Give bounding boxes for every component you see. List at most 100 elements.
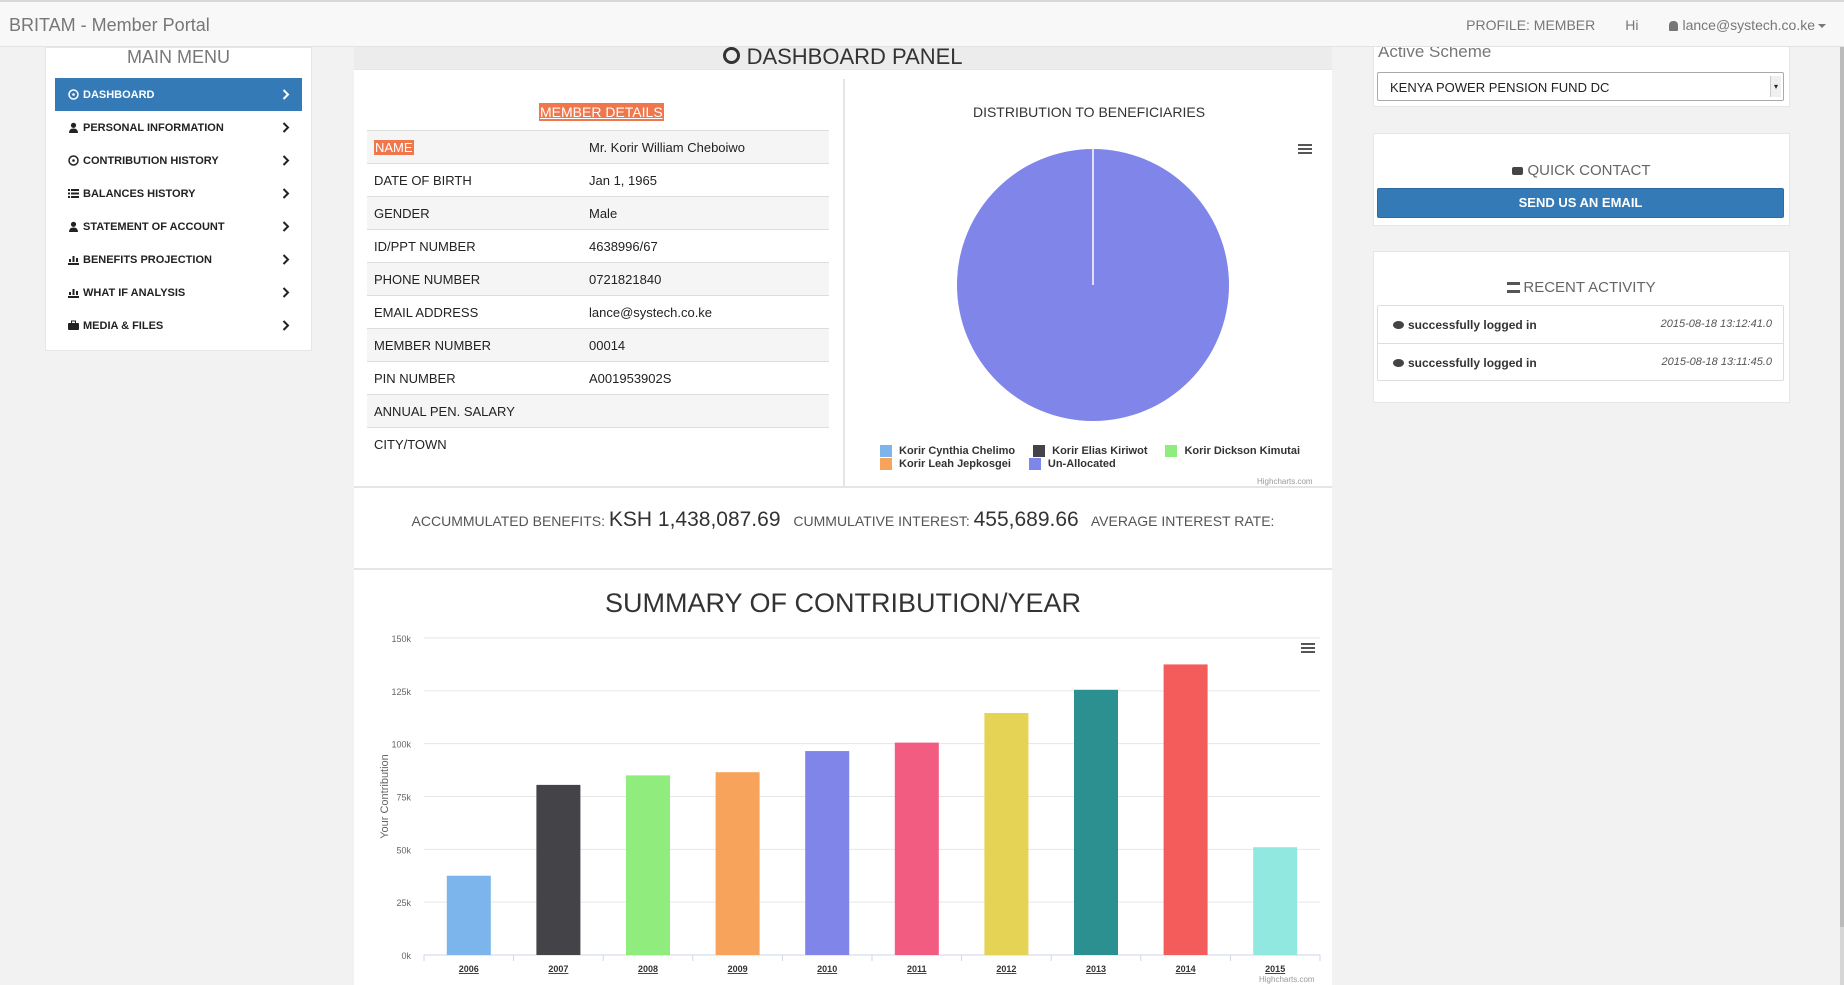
page-scrollbar[interactable]	[1840, 47, 1844, 985]
briefcase-icon	[68, 320, 79, 331]
bar[interactable]	[1074, 689, 1118, 955]
sidebar-item-statement-of-account[interactable]: STATEMENT OF ACCOUNT	[55, 210, 302, 243]
detail-value: Male	[589, 205, 618, 221]
comment-icon	[1393, 359, 1404, 367]
x-tick-label[interactable]: 2010	[817, 964, 837, 974]
detail-key: ID/PPT NUMBER	[374, 238, 476, 254]
bar[interactable]	[1253, 847, 1298, 955]
sidebar-item-dashboard[interactable]: DASHBOARD	[55, 78, 302, 111]
member-details-table: NAME Mr. Korir William Cheboiwo DATE OF BI…	[367, 130, 829, 461]
activity-item[interactable]: successfully logged in 2015-08-18 13:11:4…	[1378, 343, 1783, 380]
sidebar-item-what-if-analysis[interactable]: WHAT IF ANALYSIS	[55, 276, 302, 309]
pie-chart-title: DISTRIBUTION TO BENEFICIARIES	[972, 104, 1206, 120]
bar[interactable]	[1163, 664, 1208, 955]
accumulated-value: KSH 1,438,087.69	[608, 508, 781, 531]
x-tick-label[interactable]: 2007	[548, 964, 568, 974]
legend-label: Un-Allocated	[1047, 457, 1116, 470]
activity-item[interactable]: successfully logged in 2015-08-18 13:12:4…	[1378, 306, 1783, 343]
legend-item[interactable]: Korir Elias Kiriwot	[1033, 444, 1147, 457]
chevron-right-icon	[282, 221, 290, 235]
brand-title[interactable]: BRITAM - Member Portal	[9, 15, 210, 36]
dropdown-arrow-icon[interactable]: ▾	[1770, 76, 1781, 97]
sidebar-item-balances-history[interactable]: BALANCES HISTORY	[55, 177, 302, 210]
main-menu: DASHBOARD PERSONAL INFORMATION CONTRIBUTIO…	[55, 78, 302, 342]
bar[interactable]	[536, 784, 581, 955]
chevron-right-icon	[282, 155, 290, 169]
comment-icon	[1512, 167, 1524, 175]
x-tick-label[interactable]: 2011	[907, 964, 927, 974]
legend-label: Korir Elias Kiriwot	[1052, 444, 1148, 457]
y-tick-label: 25k	[396, 898, 411, 908]
quick-contact-text: QUICK CONTACT	[1527, 162, 1651, 179]
sidebar-item-benefits-projection[interactable]: BENEFITS PROJECTION	[55, 243, 302, 276]
x-tick-label[interactable]: 2013	[1086, 964, 1106, 974]
legend-swatch	[1165, 444, 1178, 457]
sidebar-item-label: CONTRIBUTION HISTORY	[83, 154, 219, 167]
bar-credits[interactable]: Highcharts.com	[1259, 975, 1315, 984]
scheme-select[interactable]: KENYA POWER PENSION FUND DC ▾	[1377, 72, 1784, 101]
member-details-title: MEMBER DETAILS	[539, 103, 664, 121]
detail-value: 0721821840	[589, 271, 662, 287]
chevron-right-icon	[282, 254, 290, 268]
detail-key: DATE OF BIRTH	[374, 172, 472, 188]
sidebar-item-personal-information[interactable]: PERSONAL INFORMATION	[55, 111, 302, 144]
detail-row: DATE OF BIRTH Jan 1, 1965	[367, 163, 829, 197]
detail-row: GENDER Male	[367, 196, 829, 230]
bar[interactable]	[805, 751, 850, 955]
profile-link[interactable]: PROFILE: MEMBER	[1466, 17, 1595, 33]
pie-chart-menu-icon[interactable]	[1298, 144, 1312, 154]
sidebar-item-label: DASHBOARD	[83, 88, 155, 101]
legend-item[interactable]: Un-Allocated	[1028, 457, 1116, 470]
x-tick-label[interactable]: 2014	[1176, 964, 1196, 974]
x-tick-label[interactable]: 2009	[728, 964, 748, 974]
legend-item[interactable]: Korir Leah Jepkosgei	[880, 457, 1011, 470]
column-divider	[843, 79, 845, 486]
legend-item[interactable]: Korir Dickson Kimutai	[1165, 444, 1300, 457]
legend-swatch	[1033, 444, 1046, 457]
greeting-text: Hi	[1625, 17, 1639, 33]
navbar-right: PROFILE: MEMBER Hi lance@systech.co.ke	[1436, 17, 1826, 33]
sidebar-item-label: MEDIA & FILES	[83, 319, 164, 332]
bar[interactable]	[446, 875, 491, 955]
bar[interactable]	[626, 775, 670, 955]
scrollbar-thumb[interactable]	[1840, 47, 1844, 927]
detail-value: 4638996/67	[589, 238, 658, 254]
user-email: lance@systech.co.ke	[1682, 17, 1816, 33]
detail-value: lance@systech.co.ke	[589, 304, 713, 320]
bar-chart-icon	[68, 254, 79, 265]
detail-key: NAME	[374, 139, 414, 155]
x-tick-label[interactable]: 2015	[1265, 964, 1285, 974]
top-navbar: BRITAM - Member Portal PROFILE: MEMBER H…	[0, 0, 1844, 47]
x-tick-label[interactable]: 2008	[638, 964, 658, 974]
legend-item[interactable]: Korir Cynthia Chelimo	[880, 444, 1015, 457]
detail-row: PHONE NUMBER 0721821840	[367, 262, 829, 296]
dashboard-icon	[68, 89, 79, 100]
list-icon	[68, 188, 79, 199]
x-tick-label[interactable]: 2006	[459, 964, 479, 974]
sidebar-item-media-files[interactable]: MEDIA & FILES	[55, 309, 302, 342]
panel-header: DASHBOARD PANEL	[354, 47, 1332, 70]
pie-legend: Korir Cynthia Chelimo Korir Elias Kiriwot…	[880, 444, 1318, 470]
recent-activity-list: successfully logged in 2015-08-18 13:12:4…	[1377, 305, 1784, 381]
detail-value: A001953902S	[589, 370, 672, 386]
detail-row: CITY/TOWN	[367, 427, 829, 461]
dashboard-icon	[723, 47, 741, 64]
detail-row: MEMBER NUMBER 00014	[367, 328, 829, 362]
y-tick-label: 125k	[391, 687, 411, 697]
sidebar-item-label: BALANCES HISTORY	[83, 187, 196, 200]
user-menu[interactable]: lance@systech.co.ke	[1668, 17, 1826, 33]
send-email-button[interactable]: SEND US AN EMAIL	[1377, 188, 1784, 218]
bar[interactable]	[894, 742, 939, 955]
detail-key: PHONE NUMBER	[374, 271, 481, 287]
bar[interactable]	[715, 772, 760, 955]
detail-value: 00014	[589, 337, 626, 353]
bar-chart-icon	[68, 287, 79, 298]
accumulated-label: ACCUMMULATED BENEFITS:	[411, 513, 605, 529]
y-tick-label: 75k	[396, 793, 411, 803]
x-tick-label[interactable]: 2012	[996, 964, 1016, 974]
pie-credits[interactable]: Highcharts.com	[1257, 477, 1313, 486]
bar[interactable]	[984, 713, 1029, 955]
sidebar-item-label: STATEMENT OF ACCOUNT	[83, 220, 225, 233]
sidebar-item-contribution-history[interactable]: CONTRIBUTION HISTORY	[55, 144, 302, 177]
detail-key: CITY/TOWN	[374, 436, 447, 452]
